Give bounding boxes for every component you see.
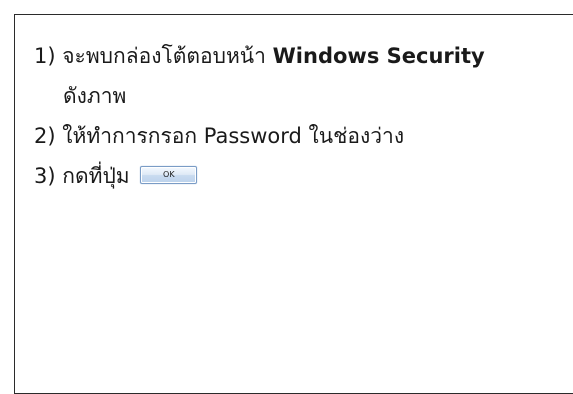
- step-2-number: 2): [34, 124, 56, 148]
- step-3-number: 3): [34, 164, 56, 188]
- step-2-text: ให้ทำการกรอก Password ในช่องว่าง: [62, 124, 405, 148]
- instruction-steps: 1) จะพบกล่องโต้ตอบหน้า Windows Security …: [34, 36, 485, 196]
- step-3-text: กดที่ปุ่ม: [62, 164, 130, 188]
- step-1-text: จะพบกล่องโต้ตอบหน้า: [62, 44, 266, 68]
- step-1-continuation: ดังภาพ: [63, 84, 127, 108]
- step-2: 2) ให้ทำการกรอก Password ในช่องว่าง: [34, 116, 485, 156]
- step-1-number: 1): [34, 44, 56, 68]
- step-1-emphasis: Windows Security: [272, 44, 485, 68]
- step-1: 1) จะพบกล่องโต้ตอบหน้า Windows Security: [34, 36, 485, 76]
- ok-button-image: OK: [140, 166, 198, 184]
- step-3: 3) กดที่ปุ่ม OK: [34, 156, 485, 196]
